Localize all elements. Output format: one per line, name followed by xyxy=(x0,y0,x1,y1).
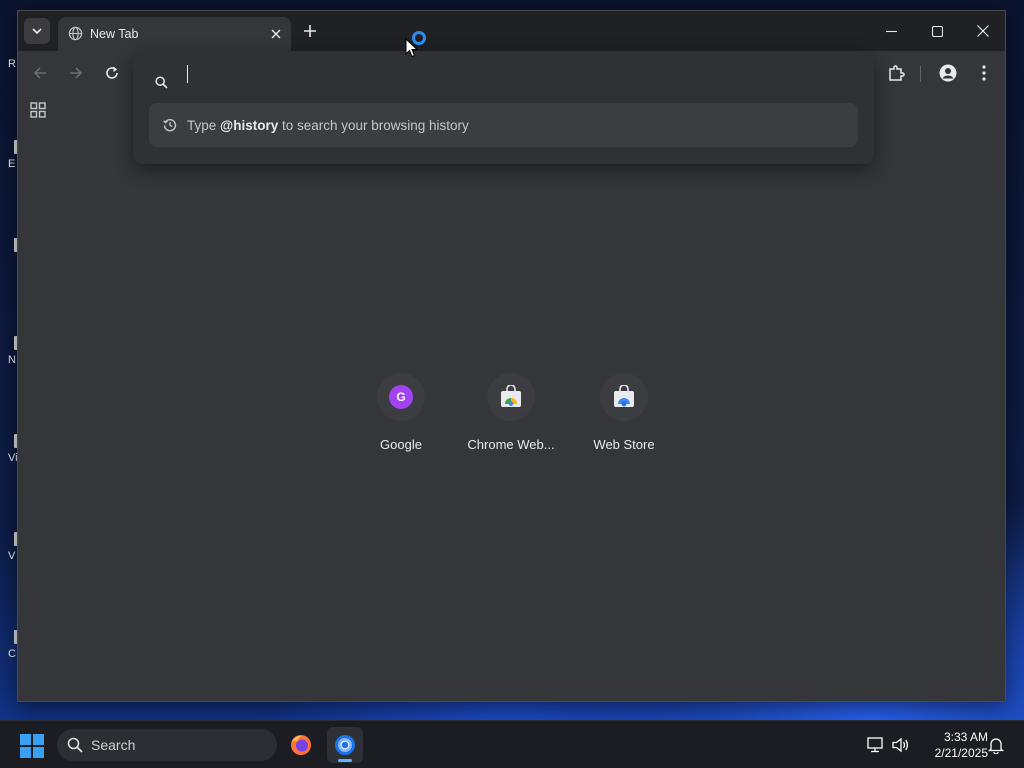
plus-icon xyxy=(304,25,316,37)
close-icon xyxy=(271,29,281,39)
suggestion-text: Type @history to search your browsing hi… xyxy=(187,118,469,133)
text-caret xyxy=(187,65,188,83)
history-icon xyxy=(163,118,177,132)
clock-date: 2/21/2025 xyxy=(934,746,988,760)
windows-logo-icon xyxy=(20,734,31,745)
profile-button[interactable] xyxy=(936,61,960,85)
active-app-indicator xyxy=(338,759,352,762)
apps-grid-icon xyxy=(30,102,46,118)
desktop-icon-label: E xyxy=(8,158,16,170)
browser-window: New Tab G Google Chrome Web... Web Store… xyxy=(17,10,1006,702)
chrome-icon xyxy=(335,735,355,755)
busy-spinner-icon xyxy=(412,31,426,45)
taskbar: Search 3:33 AM 2/21/2025 xyxy=(0,720,1024,768)
suggestion-prefix: Type xyxy=(187,117,221,133)
desktop-icon-label: C xyxy=(8,648,16,660)
close-icon xyxy=(977,25,989,37)
omnibox-suggestion-history[interactable]: Type @history to search your browsing hi… xyxy=(149,103,858,147)
chrome-web-store-icon xyxy=(501,385,521,407)
profile-icon xyxy=(939,64,957,82)
volume-tray-button[interactable] xyxy=(891,735,911,755)
tab-search-button[interactable] xyxy=(24,18,50,44)
minimize-icon xyxy=(885,30,897,32)
network-tray-button[interactable] xyxy=(866,735,886,755)
arrow-left-icon xyxy=(33,67,46,79)
shortcut-label: Chrome Web... xyxy=(467,437,555,452)
desktop-icon[interactable]: C xyxy=(0,630,18,660)
taskbar-app-firefox[interactable] xyxy=(283,727,319,763)
more-vertical-icon xyxy=(982,65,986,81)
desktop-icon-label: N xyxy=(8,354,16,366)
extensions-button[interactable] xyxy=(884,61,908,85)
shortcut-icon-container xyxy=(487,373,535,421)
suggestion-suffix: to search your browsing history xyxy=(278,117,469,133)
desktop-icon-label: R xyxy=(8,58,16,70)
desktop-icon[interactable]: E xyxy=(0,140,18,170)
taskbar-app-chrome[interactable] xyxy=(327,727,363,763)
new-tab-button[interactable] xyxy=(299,20,321,42)
desktop-icon[interactable] xyxy=(0,238,18,256)
reload-icon xyxy=(106,66,118,79)
reload-button[interactable] xyxy=(100,61,124,85)
shortcut-label: Google xyxy=(380,437,422,452)
minimize-button[interactable] xyxy=(876,17,906,45)
network-icon xyxy=(867,737,883,753)
tab-title: New Tab xyxy=(90,27,139,41)
back-button[interactable] xyxy=(28,61,52,85)
speaker-icon xyxy=(892,737,909,753)
maximize-button[interactable] xyxy=(922,17,952,45)
apps-button[interactable] xyxy=(30,102,46,118)
globe-icon xyxy=(68,26,83,46)
desktop-icon[interactable]: V xyxy=(0,532,18,562)
shortcut-chrome-web-store[interactable]: Chrome Web... xyxy=(455,369,567,473)
bell-icon xyxy=(988,737,1004,754)
search-icon xyxy=(155,76,168,94)
desktop-icon[interactable]: R xyxy=(0,58,18,70)
chrome-web-store-icon xyxy=(614,385,634,407)
desktop-icon[interactable]: Vis xyxy=(0,434,18,464)
taskbar-clock[interactable]: 3:33 AM 2/21/2025 xyxy=(918,729,988,761)
tab-new-tab[interactable]: New Tab xyxy=(58,17,291,51)
chevron-down-icon xyxy=(32,28,42,35)
tab-strip: New Tab xyxy=(18,11,1005,51)
desktop-icon[interactable]: N xyxy=(0,336,18,366)
arrow-right-icon xyxy=(70,67,83,79)
start-button[interactable] xyxy=(20,734,44,758)
omnibox-dropdown: Type @history to search your browsing hi… xyxy=(133,51,874,164)
shortcut-label: Web Store xyxy=(593,437,655,452)
shortcut-icon-container xyxy=(600,373,648,421)
clock-time: 3:33 AM xyxy=(943,730,988,744)
google-g-icon: G xyxy=(389,385,413,409)
search-icon xyxy=(67,737,83,753)
notifications-button[interactable] xyxy=(986,735,1006,755)
forward-button[interactable] xyxy=(64,61,88,85)
menu-button[interactable] xyxy=(972,61,996,85)
taskbar-search-box[interactable]: Search xyxy=(57,729,277,761)
firefox-icon xyxy=(291,735,311,755)
close-window-button[interactable] xyxy=(968,17,998,45)
maximize-icon xyxy=(931,25,943,37)
shortcut-icon-container: G xyxy=(377,373,425,421)
toolbar-separator xyxy=(920,66,921,82)
taskbar-search-label: Search xyxy=(91,737,136,753)
shortcut-google[interactable]: G Google xyxy=(345,369,457,473)
address-bar-input[interactable] xyxy=(183,63,843,87)
puzzle-icon xyxy=(889,65,905,81)
shortcut-web-store[interactable]: Web Store xyxy=(568,369,680,473)
suggestion-keyword: @history xyxy=(220,117,279,133)
tab-close-button[interactable] xyxy=(267,25,285,43)
desktop-icon-label: V xyxy=(8,550,16,562)
